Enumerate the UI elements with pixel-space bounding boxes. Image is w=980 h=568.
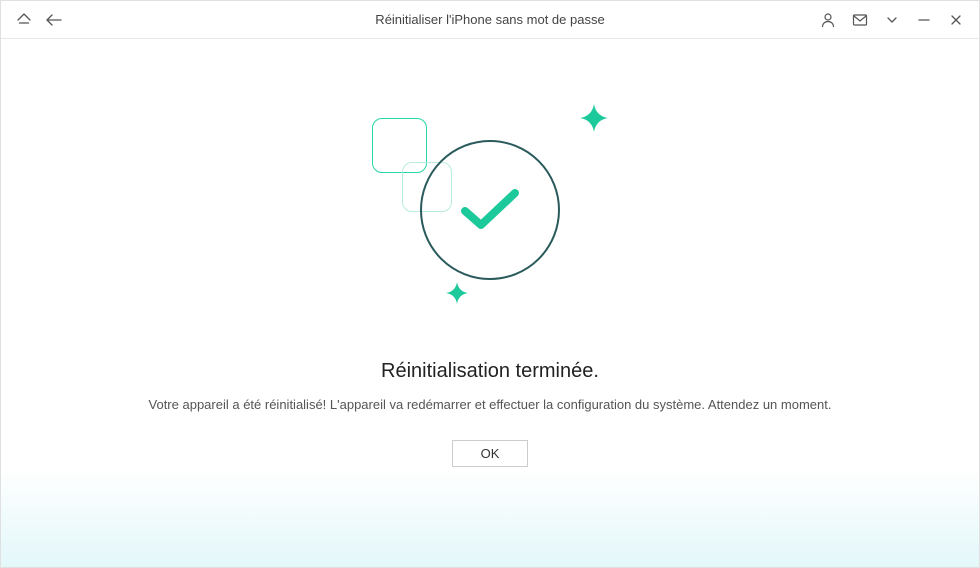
home-icon[interactable] xyxy=(15,11,33,29)
success-circle xyxy=(420,140,560,280)
titlebar-right xyxy=(819,11,965,29)
status-heading: Réinitialisation terminée. xyxy=(381,360,599,383)
minimize-icon[interactable] xyxy=(915,11,933,29)
user-icon[interactable] xyxy=(819,11,837,29)
titlebar-left xyxy=(15,11,63,29)
checkmark-icon xyxy=(455,185,525,235)
success-illustration xyxy=(350,110,630,310)
titlebar: Réinitialiser l'iPhone sans mot de passe xyxy=(1,1,979,39)
window-title: Réinitialiser l'iPhone sans mot de passe xyxy=(375,12,604,27)
mail-icon[interactable] xyxy=(851,11,869,29)
chevron-down-icon[interactable] xyxy=(883,11,901,29)
decorative-glow xyxy=(1,467,979,567)
main-content: Réinitialisation terminée. Votre apparei… xyxy=(1,39,979,567)
sparkle-icon xyxy=(578,102,610,139)
sparkle-icon xyxy=(445,281,469,310)
close-icon[interactable] xyxy=(947,11,965,29)
ok-button[interactable]: OK xyxy=(452,440,529,467)
back-icon[interactable] xyxy=(45,11,63,29)
status-subtext: Votre appareil a été réinitialisé! L'app… xyxy=(149,397,832,412)
